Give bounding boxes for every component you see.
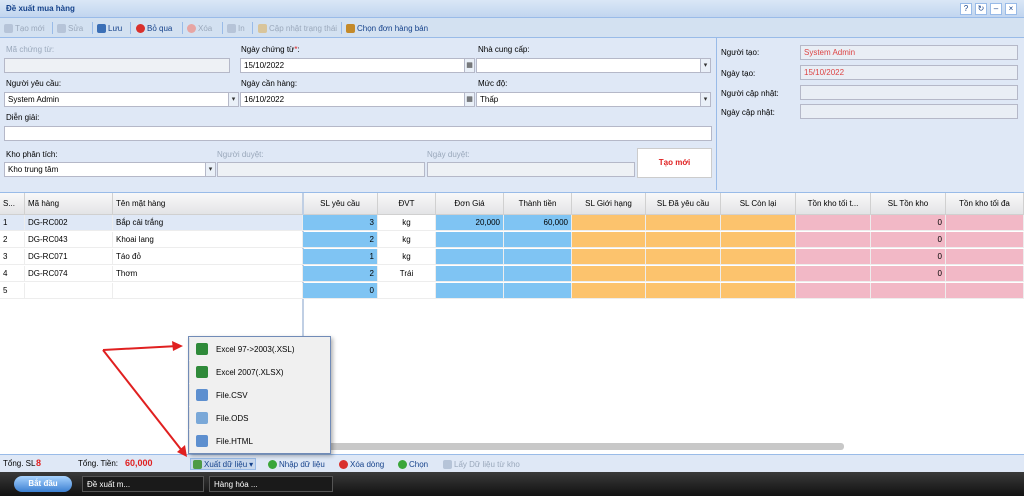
start-button[interactable]: Bắt đầu [14, 476, 72, 492]
arrow-to-menu [102, 345, 179, 351]
annotation-arrows [102, 341, 187, 457]
arrow-head [172, 341, 183, 351]
taskbar-item-products[interactable]: Hàng hóa ... [209, 476, 333, 492]
taskbar-item-purchase-request[interactable]: Đề xuất m... [82, 476, 204, 492]
arrow-to-export [102, 349, 184, 453]
